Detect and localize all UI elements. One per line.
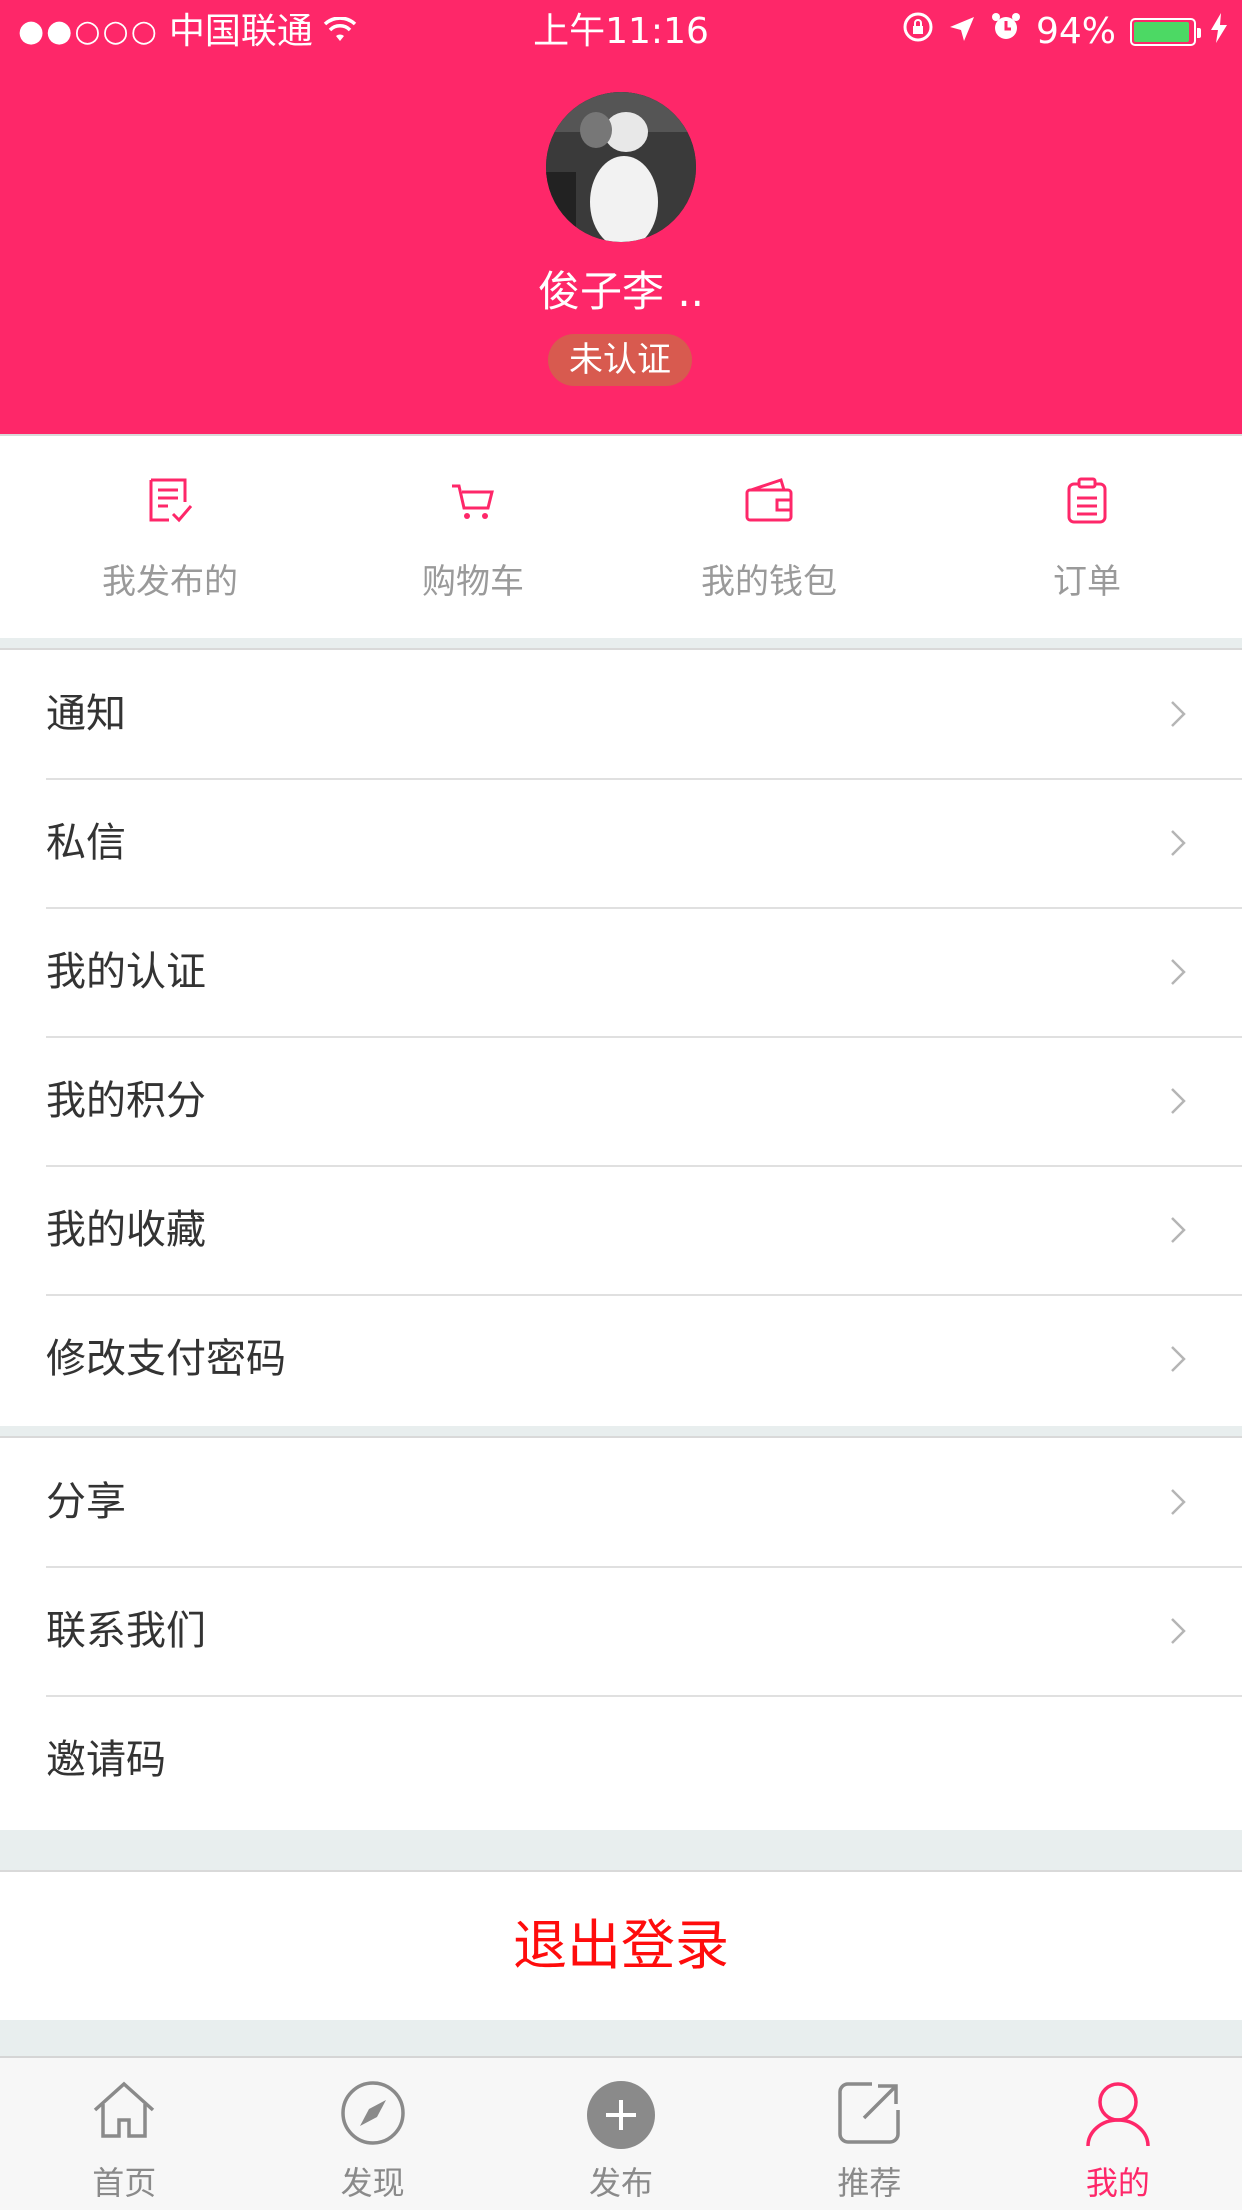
cart-icon — [452, 484, 494, 519]
tab-label: 首页 — [92, 2164, 157, 2202]
chevron-right-icon — [1171, 959, 1186, 985]
chevron-right-icon — [1171, 1217, 1186, 1243]
alarm-icon — [990, 0, 1022, 64]
quick-action-wallet[interactable]: 我的钱包 — [606, 436, 932, 638]
menu-row-label: 联系我们 — [46, 1608, 206, 1654]
menu-row-label: 我的积分 — [46, 1078, 206, 1124]
quick-action-label: 我的钱包 — [701, 562, 837, 602]
tab-recommend[interactable]: 推荐 — [745, 2058, 993, 2210]
charging-icon — [1210, 0, 1228, 64]
battery-icon — [1130, 18, 1201, 46]
quick-action-cart[interactable]: 购物车 — [340, 436, 606, 638]
username: 俊子李 .. — [537, 267, 705, 316]
menu-row-points[interactable]: 我的积分 — [0, 1036, 1242, 1166]
quick-action-label: 我发布的 — [102, 562, 238, 602]
wallet-icon — [745, 478, 793, 522]
rotation-lock-icon — [902, 0, 934, 64]
menu-row-label: 修改支付密码 — [46, 1336, 286, 1382]
chevron-right-icon — [1171, 1088, 1186, 1114]
chevron-right-icon — [1171, 830, 1186, 856]
tab-bar: 首页 发现 发布 推荐 我的 — [0, 2056, 1242, 2210]
chevron-right-icon — [1171, 1346, 1186, 1372]
menu-row-contact[interactable]: 联系我们 — [0, 1566, 1242, 1696]
tab-label: 推荐 — [837, 2164, 902, 2202]
settings-group-main: 通知 私信 我的认证 我的积分 我的收藏 修改支付密码 — [0, 648, 1242, 1426]
settings-group-other: 分享 联系我们 邀请码 — [0, 1436, 1242, 1830]
share-out-icon — [838, 2082, 901, 2144]
quick-action-my-posts[interactable]: 我发布的 — [0, 436, 340, 638]
home-icon — [94, 2081, 155, 2138]
avatar[interactable] — [546, 92, 696, 242]
quick-action-orders[interactable]: 订单 — [932, 436, 1242, 638]
menu-row-verification[interactable]: 我的认证 — [0, 907, 1242, 1037]
tab-label: 发布 — [589, 2164, 654, 2202]
plus-circle-icon — [587, 2081, 656, 2149]
tab-label: 发现 — [340, 2164, 405, 2202]
quick-actions: 我发布的 购物车 我的钱包 订单 — [0, 434, 1242, 638]
menu-row-label: 邀请码 — [46, 1737, 166, 1783]
document-edit-icon — [149, 478, 193, 523]
menu-row-label: 我的认证 — [46, 949, 206, 995]
tab-publish[interactable]: 发布 — [497, 2058, 745, 2210]
status-bar: ●●○○○ 中国联通 上午11:16 94% — [0, 0, 1242, 64]
user-icon — [1086, 2082, 1150, 2147]
quick-action-label: 订单 — [1053, 562, 1121, 602]
quick-action-label: 购物车 — [422, 562, 524, 602]
menu-row-notifications[interactable]: 通知 — [0, 650, 1242, 779]
profile-header: ●●○○○ 中国联通 上午11:16 94% 俊子李 .. 未认证 — [0, 0, 1242, 434]
menu-row-share[interactable]: 分享 — [0, 1438, 1242, 1567]
menu-row-invite-code[interactable]: 邀请码 — [0, 1695, 1242, 1825]
menu-row-label: 分享 — [46, 1479, 126, 1525]
location-icon — [948, 0, 976, 64]
menu-row-favorites[interactable]: 我的收藏 — [0, 1165, 1242, 1295]
menu-row-label: 通知 — [46, 691, 126, 737]
chevron-right-icon — [1171, 1618, 1186, 1644]
tab-mine[interactable]: 我的 — [994, 2058, 1242, 2210]
logout-button[interactable]: 退出登录 — [0, 1870, 1242, 2020]
battery-percent: 94% — [1035, 11, 1116, 52]
menu-row-label: 我的收藏 — [46, 1207, 206, 1253]
menu-row-messages[interactable]: 私信 — [0, 778, 1242, 908]
tab-discover[interactable]: 发现 — [248, 2058, 496, 2210]
menu-row-label: 私信 — [46, 820, 126, 866]
tab-home[interactable]: 首页 — [0, 2058, 248, 2210]
verification-badge: 未认证 — [548, 334, 692, 386]
compass-icon — [340, 2081, 405, 2145]
chevron-right-icon — [1171, 1489, 1186, 1515]
menu-row-payment-password[interactable]: 修改支付密码 — [0, 1294, 1242, 1424]
clipboard-icon — [1067, 477, 1107, 524]
tab-label: 我的 — [1085, 2164, 1150, 2202]
chevron-right-icon — [1171, 701, 1186, 727]
